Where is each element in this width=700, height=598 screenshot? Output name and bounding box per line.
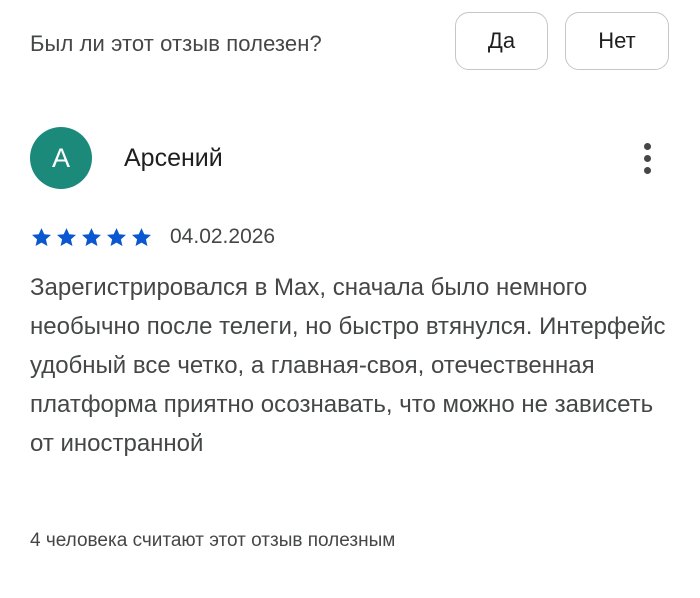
helpful-count: 4 человека считают этот отзыв полезным (30, 530, 396, 551)
rating-row: 04.02.2026 (30, 222, 275, 252)
star-rating (30, 226, 153, 249)
review-date: 04.02.2026 (170, 225, 276, 248)
more-vert-icon[interactable] (630, 136, 664, 180)
star-icon (57, 227, 76, 246)
helpful-prompt: Был ли этот отзыв полезен? Да Нет (0, 0, 700, 86)
dot (643, 166, 651, 174)
vote-no-button[interactable]: Нет (565, 12, 669, 70)
avatar: А (30, 127, 92, 189)
author-name: Арсений (124, 144, 223, 172)
helpful-question: Был ли этот отзыв полезен? (30, 31, 322, 56)
star-icon (107, 227, 126, 246)
star-icon (82, 227, 101, 246)
star-icon (132, 227, 151, 246)
review-text: Зарегистрировался в Max, сначала было не… (30, 274, 666, 457)
dot (643, 142, 651, 150)
dot (643, 154, 651, 162)
star-icon (32, 227, 51, 246)
vote-yes-button[interactable]: Да (455, 12, 548, 70)
